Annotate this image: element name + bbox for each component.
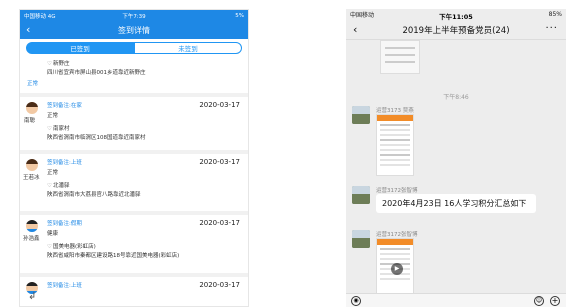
address-label: 陕西省渭南市临渭区108国道靠近南家村 [47, 135, 146, 141]
location-pin-icon: ♡ [47, 61, 52, 67]
sender-name: 运营3172张智博 [376, 188, 418, 194]
status-label: 正常 [27, 81, 39, 87]
chat-messages: 下午8:46 运营3173 贾燕 运营3172张智博 2020年4月23日 16… [346, 40, 566, 294]
chat-input-bar: ◉ ☺ + [346, 293, 566, 307]
list-item[interactable]: 签到备注:上班 2020-03-17 [20, 273, 248, 306]
status-bar: 中国移动 4G 下午7:39 5% [20, 10, 248, 21]
image-message[interactable] [380, 40, 420, 74]
location-place: ♡南家村 [47, 124, 69, 132]
text-message-bubble[interactable]: 2020年4月23日 16人学习积分汇总如下 [376, 194, 536, 213]
more-dots-icon[interactable]: ··· [545, 23, 558, 34]
checkin-date: 2020-03-17 [199, 281, 240, 289]
member-name: 王若冰 [23, 175, 40, 181]
plus-icon[interactable]: + [550, 296, 560, 306]
avatar [26, 159, 38, 171]
screenshot-canvas: 中国移动 4G 下午7:39 5% ‹ 签到详情 已签到 未签到 ♡新野庄 四川… [0, 0, 585, 307]
place-label: 北潘驿 [52, 183, 70, 189]
page-title: 签到详情 [118, 25, 150, 35]
member-name: 南聪 [24, 118, 36, 124]
checkin-note: 签到备注:假期 [47, 221, 82, 227]
status-label: 正常 [47, 113, 59, 119]
checkin-date: 2020-03-17 [199, 101, 240, 109]
checkin-note: 签到备注:在家 [47, 103, 82, 109]
tab-segment: 已签到 未签到 [20, 39, 248, 57]
emoji-icon[interactable]: ☺ [534, 296, 544, 306]
image-message[interactable] [376, 114, 414, 176]
video-message[interactable]: ▶ [376, 238, 414, 294]
checkin-note: 签到备注:上班 [47, 160, 82, 166]
battery-label: 85% [548, 11, 562, 18]
list-item[interactable]: ♡新野庄 四川省宜宾市屏山县001乡道靠近新野庄 正常 [20, 57, 248, 93]
avatar[interactable] [352, 186, 370, 204]
address-label: 陕西省咸阳市秦都区建设路18号靠近国美电器(彩虹店) [47, 253, 180, 259]
chat-title: 2019年上半年预备党员(24) [402, 25, 510, 36]
location-place: ♡国美电器(彩虹店) [47, 242, 96, 250]
list-item[interactable]: 王若冰 签到备注:上班 2020-03-17 正常 ♡北潘驿 陕西省渭南市大荔县… [20, 150, 248, 211]
location-pin-icon: ♡ [47, 183, 52, 189]
sender-name: 运营3172张智博 [376, 232, 418, 238]
status-bar: 中国移动 85% [346, 9, 566, 20]
address-label: 四川省宜宾市屏山县001乡道靠近新野庄 [47, 70, 146, 76]
right-phone-screen: 中国移动 85% 下午11:05 ‹ 2019年上半年预备党员(24) ··· … [346, 9, 566, 307]
list-item[interactable]: 南聪 签到备注:在家 2020-03-17 正常 ♡南家村 陕西省渭南市临渭区1… [20, 93, 248, 150]
play-icon[interactable]: ▶ [391, 263, 403, 275]
member-name: 孙浩鑫 [23, 236, 40, 242]
left-phone-screen: 中国移动 4G 下午7:39 5% ‹ 签到详情 已签到 未签到 ♡新野庄 四川… [19, 9, 249, 307]
list-item[interactable]: 孙浩鑫 签到备注:假期 2020-03-17 健康 ♡国美电器(彩虹店) 陕西省… [20, 211, 248, 273]
sender-name: 运营3173 贾燕 [376, 108, 414, 114]
carrier-label: 中国移动 [350, 12, 375, 19]
checkin-date: 2020-03-17 [199, 158, 240, 166]
chat-timestamp: 下午8:46 [443, 94, 469, 101]
chat-title-bar: ‹ 2019年上半年预备党员(24) ··· [346, 20, 566, 40]
tab-signed[interactable]: 已签到 [26, 42, 134, 54]
carrier-label: 中国移动 4G [24, 13, 56, 20]
location-pin-icon: ♡ [47, 244, 52, 250]
chevron-left-icon[interactable]: ‹ [26, 23, 30, 36]
address-label: 陕西省渭南市大荔县官八路靠近北潘驿 [47, 192, 141, 198]
return-arrow-icon[interactable]: ↲ [28, 291, 36, 302]
checkin-list: ♡新野庄 四川省宜宾市屏山县001乡道靠近新野庄 正常 南聪 签到备注:在家 2… [20, 57, 248, 306]
location-place: ♡北潘驿 [47, 181, 69, 189]
checkin-note: 签到备注:上班 [47, 283, 82, 289]
voice-icon[interactable]: ◉ [351, 296, 361, 306]
place-label: 南家村 [52, 126, 70, 132]
avatar [26, 102, 38, 114]
title-bar: ‹ 签到详情 [20, 21, 248, 39]
checkin-date: 2020-03-17 [199, 219, 240, 227]
tab-unsigned[interactable]: 未签到 [134, 42, 242, 54]
location-place: ♡新野庄 [47, 59, 69, 67]
status-label: 健康 [47, 231, 59, 237]
avatar [26, 220, 38, 232]
location-pin-icon: ♡ [47, 126, 52, 132]
battery-label: 5% [235, 12, 244, 19]
place-label: 新野庄 [52, 61, 70, 67]
chevron-left-icon[interactable]: ‹ [353, 23, 357, 36]
status-label: 正常 [47, 170, 59, 176]
avatar[interactable] [352, 230, 370, 248]
place-label: 国美电器(彩虹店) [52, 244, 96, 250]
avatar[interactable] [352, 106, 370, 124]
